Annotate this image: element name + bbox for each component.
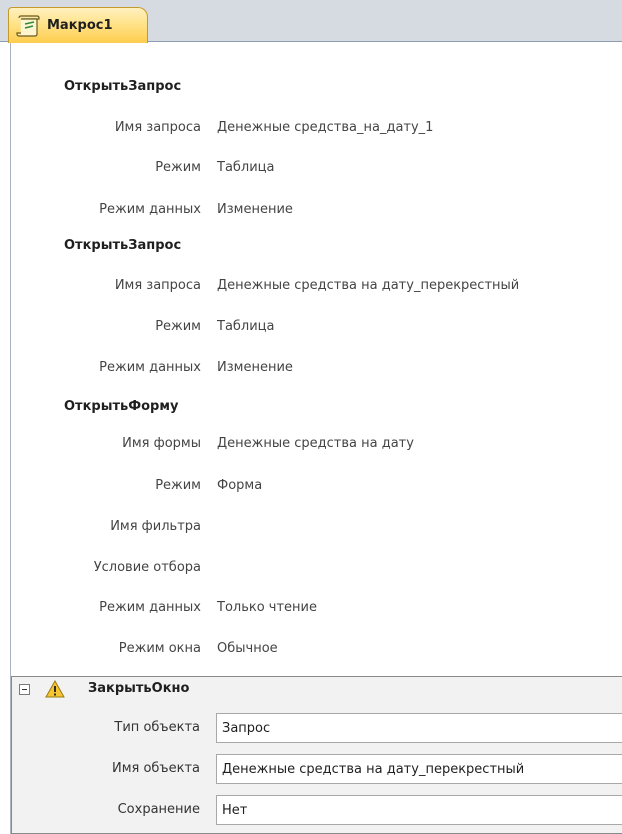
argument-label: Имя формы: [122, 436, 201, 451]
tab-macro1[interactable]: Макрос1: [8, 7, 148, 43]
document-tab-bar: Макрос1: [0, 0, 622, 43]
action-title[interactable]: ОткрытьЗапрос: [64, 238, 181, 253]
argument-value[interactable]: Форма: [217, 478, 262, 493]
argument-value[interactable]: Обычное: [217, 641, 278, 656]
argument-label: Сохранение: [117, 802, 200, 817]
argument-label: Имя объекта: [111, 761, 200, 776]
argument-value[interactable]: Таблица: [217, 319, 275, 334]
action-title[interactable]: ОткрытьЗапрос: [64, 79, 181, 94]
action-title[interactable]: ЗакрытьОкно: [88, 681, 189, 696]
argument-label: Имя фильтра: [110, 519, 201, 534]
macro-scroll-icon: [15, 14, 41, 38]
argument-label: Имя запроса: [114, 278, 201, 293]
tab-title: Макрос1: [47, 18, 113, 33]
argument-value[interactable]: Таблица: [217, 160, 275, 175]
argument-label: Тип объекта: [114, 720, 200, 735]
save-field[interactable]: Нет: [216, 795, 622, 825]
argument-value[interactable]: Изменение: [217, 360, 293, 375]
object-type-field[interactable]: Запрос: [216, 713, 622, 743]
object-name-field[interactable]: Денежные средства на дату_перекрестный: [216, 754, 622, 784]
selected-action-block[interactable]: ЗакрытьОкно Тип объекта Запрос Имя объек…: [11, 676, 622, 834]
argument-label: Режим: [155, 478, 201, 493]
argument-label: Режим данных: [99, 360, 201, 375]
warning-icon: [45, 679, 65, 698]
argument-value[interactable]: Денежные средства на дату: [217, 436, 414, 451]
argument-label: Режим данных: [99, 202, 201, 217]
argument-value[interactable]: Денежные средства на дату_перекрестный: [217, 278, 519, 293]
argument-value[interactable]: Изменение: [217, 202, 293, 217]
argument-label: Условие отбора: [93, 560, 201, 575]
argument-label: Режим: [155, 160, 201, 175]
argument-label: Режим окна: [118, 641, 201, 656]
action-title[interactable]: ОткрытьФорму: [64, 399, 178, 414]
argument-value[interactable]: Только чтение: [217, 600, 317, 615]
argument-value[interactable]: Денежные средства_на_дату_1: [217, 120, 433, 135]
collapse-minus-icon[interactable]: [19, 684, 30, 695]
argument-label: Режим данных: [99, 600, 201, 615]
argument-label: Режим: [155, 319, 201, 334]
argument-label: Имя запроса: [114, 120, 201, 135]
